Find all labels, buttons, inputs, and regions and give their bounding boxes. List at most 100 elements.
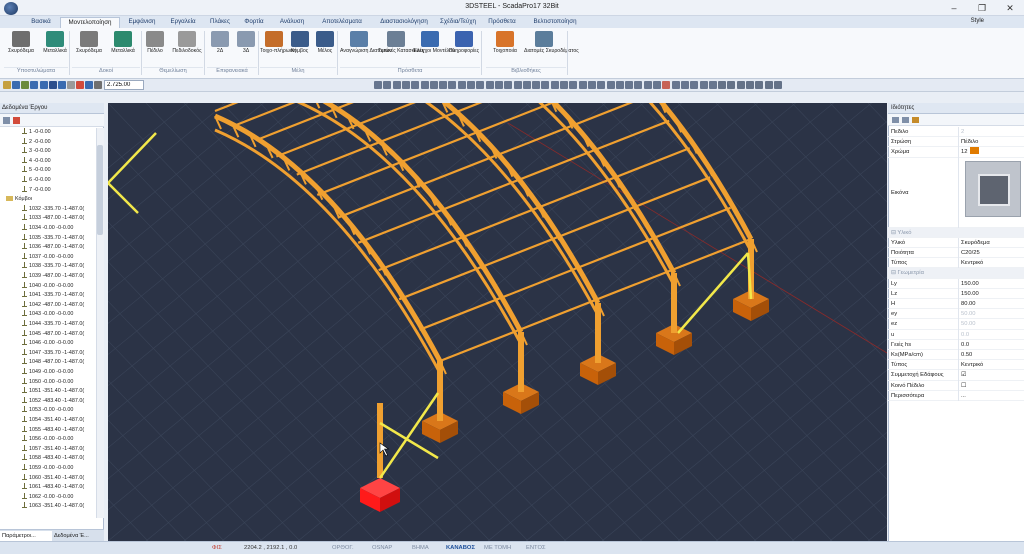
toolbar-icon[interactable]	[513, 81, 522, 89]
tree-item[interactable]: 1047 -335.70 -1-487.0(	[22, 348, 84, 359]
tree-item[interactable]: 1056 -0.00 -0-0.00	[22, 435, 73, 445]
ribbon-button-14[interactable]: Έλεγχοι Μοντέλου	[413, 30, 455, 64]
property-row[interactable]: Στρώση Πέδιλο	[888, 137, 1024, 148]
toolbar-icon[interactable]	[12, 81, 20, 89]
ribbon-button-11[interactable]: Μέλος	[312, 30, 338, 64]
tree-item[interactable]: 1054 -351.40 -1-487.0(	[22, 416, 84, 426]
status-mode-toggle[interactable]: ΜΕ ΤΟΜΗ	[484, 544, 511, 553]
toolbar-icon[interactable]	[439, 81, 448, 89]
panel-tab-1[interactable]: Παράμετροι...	[0, 531, 52, 541]
close-button[interactable]: ✕	[996, 1, 1024, 15]
tree-item[interactable]: 1055 -483.40 -1-487.0(	[22, 425, 84, 436]
ribbon-button-15[interactable]: Πληροφορίες	[446, 30, 482, 64]
property-value[interactable]: ☑	[958, 370, 1024, 381]
toolbar-icon[interactable]	[736, 81, 745, 89]
toolbar-icon[interactable]	[587, 81, 596, 89]
tree-item[interactable]: 1051 -351.40 -1-487.0(	[22, 387, 84, 397]
toolbar-icon[interactable]	[615, 81, 624, 89]
toolbar-icon[interactable]	[560, 81, 568, 89]
ribbon-button-8[interactable]: 3Δ	[233, 30, 259, 64]
property-row[interactable]: Ly 150.00	[888, 278, 1024, 289]
toolbar-icon[interactable]	[578, 81, 587, 89]
toolbar-icon[interactable]	[764, 81, 773, 89]
tab-2[interactable]: Μοντελοποίηση	[60, 17, 120, 28]
toolbar-icon[interactable]	[625, 81, 634, 89]
toolbar-icon[interactable]	[643, 81, 652, 89]
tab-6[interactable]: Φορτία	[238, 17, 270, 28]
tree-item[interactable]: 5 -0-0.00	[22, 166, 51, 176]
ribbon-button-5[interactable]: Πέδιλο	[143, 30, 167, 64]
ribbon-button-10[interactable]: Κόμβος	[287, 30, 312, 64]
toolbar-icon[interactable]	[21, 81, 29, 89]
property-category[interactable]: ⊟ Υλικό	[888, 227, 1024, 238]
ribbon-button-1[interactable]: Σκυρόδεμα	[4, 30, 38, 64]
property-value[interactable]: Κεντρικό	[958, 258, 1024, 269]
property-row[interactable]: Πεδιλο 2	[888, 127, 1024, 138]
toolbar-icon[interactable]	[718, 81, 727, 89]
toolbar-icon[interactable]	[30, 81, 38, 89]
tree-item[interactable]: 1053 -0.00 -0-0.00	[22, 406, 73, 416]
ribbon-button-3[interactable]: Σκυρόδεμα	[72, 30, 106, 64]
tree-folder-nodes[interactable]: Κόμβοι	[6, 195, 32, 205]
tree-item[interactable]: 4 -0-0.00	[22, 156, 51, 167]
status-mode-toggle[interactable]: ΒΗΜΑ	[412, 544, 429, 553]
tree-item[interactable]: 3 -0-0.00	[22, 147, 51, 157]
restore-button[interactable]: ❐	[968, 1, 996, 15]
property-row[interactable]: Υλικό Σκυρόδεμα	[888, 237, 1024, 248]
tree-item[interactable]: 1040 -0.00 -0-0.00	[22, 281, 73, 292]
property-row[interactable]: Περισσότερα...	[888, 390, 1024, 401]
tree-item[interactable]: 1046 -0.00 -0-0.00	[22, 339, 73, 349]
tree-item[interactable]: 1035 -335.70 -1-487.0(	[22, 233, 84, 244]
toolbar-icon[interactable]	[94, 81, 102, 89]
property-row[interactable]: Lz 150.00	[888, 288, 1024, 299]
toolbar-icon[interactable]	[597, 81, 606, 89]
tree-item[interactable]: 1061 -483.40 -1-487.0(	[22, 483, 84, 493]
toolbar-icon[interactable]	[550, 81, 559, 89]
toolbar-icon[interactable]	[541, 81, 550, 89]
tree-item[interactable]: 1033 -487.00 -1-487.0(	[22, 214, 84, 224]
property-row[interactable]: Γειές hs 0.0	[888, 339, 1024, 350]
tree-item[interactable]: 6 -0-0.00	[22, 176, 51, 186]
toolbar-icon[interactable]	[708, 81, 717, 89]
lightning-icon[interactable]	[912, 117, 919, 123]
ribbon-button-13[interactable]: Τυπικές Κατασκευές	[378, 30, 424, 64]
toolbar-icon[interactable]	[671, 81, 680, 89]
property-value[interactable]: 50.00	[958, 309, 1024, 320]
tree-item[interactable]: 1038 -335.70 -1-487.0(	[22, 262, 84, 272]
toolbar-icon[interactable]	[485, 81, 494, 89]
property-row[interactable]: u 0.0	[888, 329, 1024, 340]
tree-item[interactable]: 1057 -351.40 -1-487.0(	[22, 444, 84, 455]
property-row[interactable]: Συμμετοχή Εδάφους ☑	[888, 370, 1024, 381]
property-row[interactable]: ez 50.00	[888, 319, 1024, 330]
tab-3[interactable]: Εμφάνιση	[122, 17, 162, 28]
property-category[interactable]: ⊟ Γεωμετρία	[888, 268, 1024, 279]
tree-item[interactable]: 1049 -0.00 -0-0.00	[22, 368, 73, 378]
toolbar-icon[interactable]	[662, 81, 671, 89]
minimize-button[interactable]: –	[940, 1, 968, 15]
status-mode-toggle[interactable]: OSNAP	[372, 544, 392, 553]
toolbar-icon[interactable]	[569, 81, 578, 89]
property-row[interactable]: H 80.00	[888, 299, 1024, 310]
categorized-icon[interactable]	[892, 117, 899, 123]
toolbar-icon[interactable]	[392, 81, 401, 89]
toolbar-icon[interactable]	[494, 81, 503, 89]
ribbon-button-9[interactable]: Τοιχο-πλήρωση	[260, 30, 296, 64]
toolbar-icon[interactable]	[522, 81, 531, 89]
ribbon-button-4[interactable]: Μεταλλικά	[106, 30, 140, 64]
property-value[interactable]: 50.00	[958, 319, 1024, 330]
status-mode-toggle[interactable]: ΕΝΤΟΣ	[526, 544, 546, 553]
tree-item[interactable]: 1043 -0.00 -0-0.00	[22, 310, 73, 320]
property-value[interactable]: Πέδιλο	[958, 137, 1024, 148]
tree-icon[interactable]	[3, 117, 10, 124]
toolbar-icon[interactable]	[457, 81, 466, 89]
property-value[interactable]: 0.50	[958, 350, 1024, 361]
tree-item[interactable]: 1050 -0.00 -0-0.00	[22, 377, 73, 388]
tab-4[interactable]: Εργαλεία	[164, 17, 202, 28]
zoom-input[interactable]	[104, 80, 144, 90]
toolbar-icon[interactable]	[699, 81, 708, 89]
toolbar-icon[interactable]	[606, 81, 615, 89]
toolbar-icon[interactable]	[680, 81, 689, 89]
toolbar-icon[interactable]	[67, 81, 75, 89]
tab-11[interactable]: Πρόσθετα	[480, 17, 524, 28]
property-value[interactable]: Σκυρόδεμα	[958, 237, 1024, 248]
